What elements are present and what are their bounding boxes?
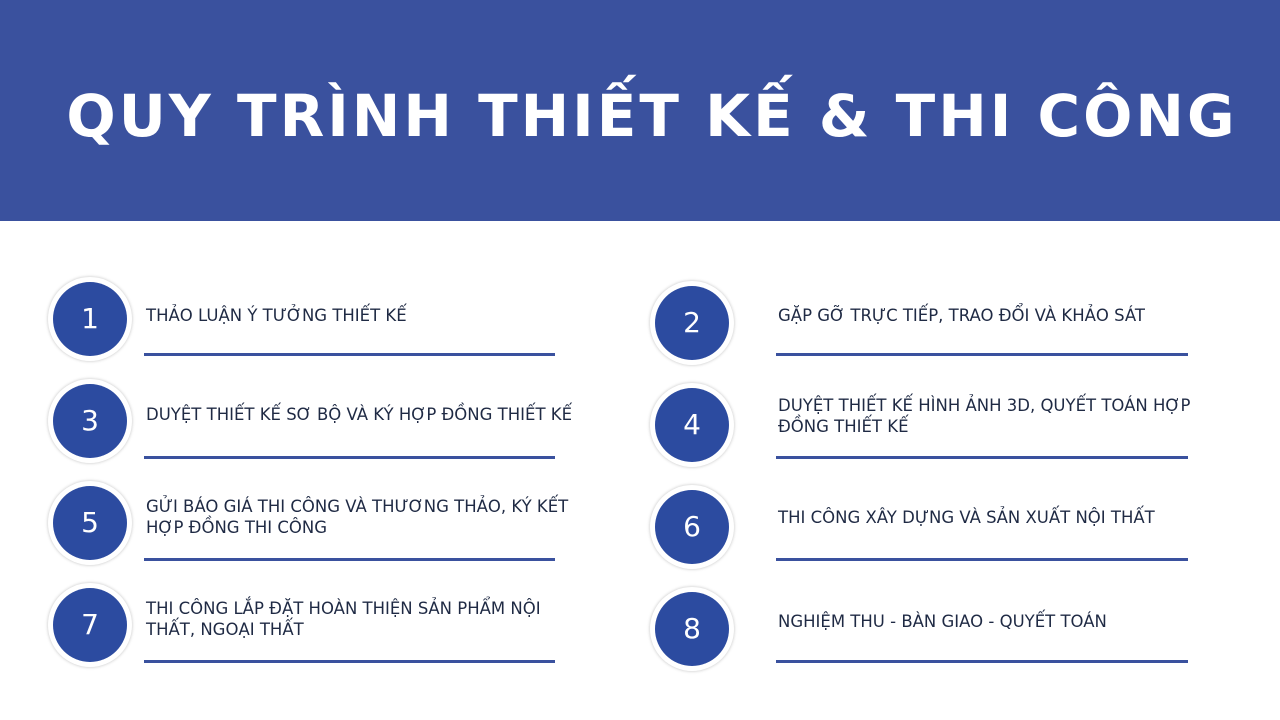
step-5: 5 GỬI BÁO GIÁ THI CÔNG VÀ THƯƠNG THẢO, K… <box>48 481 568 571</box>
step-divider <box>776 660 1188 663</box>
step-number: 2 <box>655 286 729 360</box>
step-number: 3 <box>53 384 127 458</box>
step-number: 4 <box>655 388 729 462</box>
step-divider <box>776 558 1188 561</box>
step-label: THI CÔNG XÂY DỰNG VÀ SẢN XUẤT NỘI THẤT <box>778 507 1155 527</box>
step-label: GỬI BÁO GIÁ THI CÔNG VÀ THƯƠNG THẢO, KÝ … <box>146 497 569 537</box>
step-2: 2 GẶP GỠ TRỰC TIẾP, TRAO ĐỔI VÀ KHẢO SÁT <box>650 281 1188 371</box>
step-label: NGHIỆM THU - BÀN GIAO - QUYẾT TOÁN <box>778 611 1107 631</box>
page-title: QUY TRÌNH THIẾT KẾ & THI CÔNG <box>66 82 1238 150</box>
step-divider <box>144 456 555 459</box>
step-4: 4 DUYỆT THIẾT KẾ HÌNH ẢNH 3D, QUYẾT TOÁN… <box>650 383 1190 473</box>
step-6: 6 THI CÔNG XÂY DỰNG VÀ SẢN XUẤT NỘI THẤT <box>650 485 1188 575</box>
step-number: 8 <box>655 592 729 666</box>
step-label: GẶP GỠ TRỰC TIẾP, TRAO ĐỔI VÀ KHẢO SÁT <box>778 305 1146 325</box>
step-divider <box>144 353 555 356</box>
step-label: THI CÔNG LẮP ĐẶT HOÀN THIỆN SẢN PHẨM NỘI… <box>146 599 541 639</box>
step-divider <box>144 660 555 663</box>
step-divider <box>144 558 555 561</box>
step-number: 1 <box>53 282 127 356</box>
step-1: 1 THẢO LUẬN Ý TƯỞNG THIẾT KẾ <box>48 277 568 367</box>
step-number-badge: 7 <box>48 583 132 667</box>
step-3: 3 DUYỆT THIẾT KẾ SƠ BỘ VÀ KÝ HỢP ĐỒNG TH… <box>48 379 572 469</box>
step-7: 7 THI CÔNG LẮP ĐẶT HOÀN THIỆN SẢN PHẨM N… <box>48 583 568 673</box>
header-banner: QUY TRÌNH THIẾT KẾ & THI CÔNG <box>0 0 1280 221</box>
step-number-badge: 5 <box>48 481 132 565</box>
step-number: 6 <box>655 490 729 564</box>
step-number: 5 <box>53 486 127 560</box>
step-label: DUYỆT THIẾT KẾ SƠ BỘ VÀ KÝ HỢP ĐỒNG THIẾ… <box>146 404 573 424</box>
step-8: 8 NGHIỆM THU - BÀN GIAO - QUYẾT TOÁN <box>650 587 1188 677</box>
step-number-badge: 2 <box>650 281 734 365</box>
step-number: 7 <box>53 588 127 662</box>
step-divider <box>776 456 1188 459</box>
step-number-badge: 4 <box>650 383 734 467</box>
step-divider <box>776 353 1188 356</box>
step-label: THẢO LUẬN Ý TƯỞNG THIẾT KẾ <box>146 305 407 325</box>
step-number-badge: 6 <box>650 485 734 569</box>
step-number-badge: 1 <box>48 277 132 361</box>
step-label: DUYỆT THIẾT KẾ HÌNH ẢNH 3D, QUYẾT TOÁN H… <box>778 396 1191 436</box>
step-number-badge: 8 <box>650 587 734 671</box>
step-number-badge: 3 <box>48 379 132 463</box>
